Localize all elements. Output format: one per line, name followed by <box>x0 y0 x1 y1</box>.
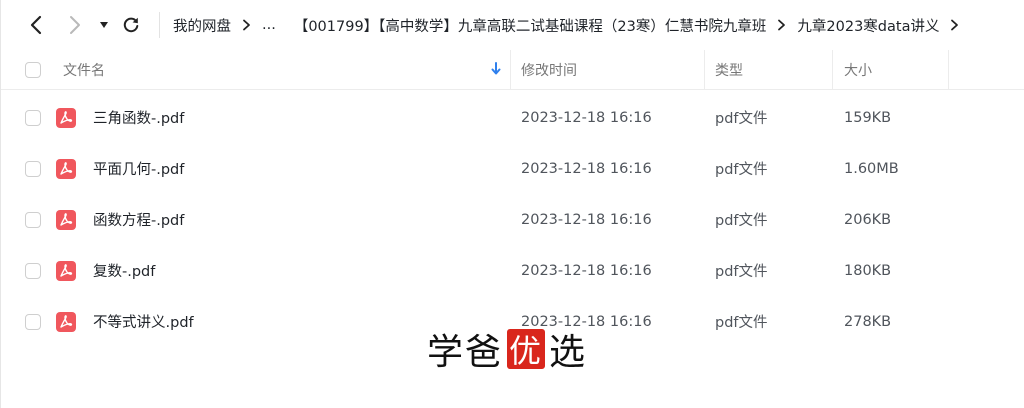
table-row[interactable]: 三角函数-.pdf 2023-12-18 16:16 pdf文件 159KB <box>1 92 1024 143</box>
pdf-file-icon <box>55 311 77 333</box>
file-size: 278KB <box>844 313 892 330</box>
pdf-file-icon <box>55 107 77 129</box>
watermark-text: 选 <box>549 332 588 373</box>
table-row[interactable]: 复数-.pdf 2023-12-18 16:16 pdf文件 180KB <box>1 245 1024 296</box>
file-name[interactable]: 平面几何-.pdf <box>93 143 184 194</box>
breadcrumb-separator-icon <box>777 19 786 31</box>
file-modified: 2023-12-18 16:16 <box>521 211 652 228</box>
file-type: pdf文件 <box>715 213 768 229</box>
file-size: 1.60MB <box>844 160 899 177</box>
column-divider[interactable] <box>832 50 833 90</box>
file-type: pdf文件 <box>715 162 768 178</box>
toolbar-divider <box>159 12 160 38</box>
file-name[interactable]: 复数-.pdf <box>93 245 155 296</box>
breadcrumb-item-current[interactable]: 九章2023寒data讲义 <box>797 15 939 36</box>
column-divider[interactable] <box>510 50 511 90</box>
toolbar: 我的网盘 ... 【001799】【高中数学】九章高联二试基础课程（23寒）仁慧… <box>1 0 1024 50</box>
caret-down-icon <box>100 22 108 28</box>
breadcrumb-separator-icon <box>242 19 251 31</box>
row-checkbox[interactable] <box>25 211 41 228</box>
file-size: 206KB <box>844 211 892 228</box>
row-checkbox[interactable] <box>25 160 41 177</box>
row-checkbox[interactable] <box>25 262 41 279</box>
watermark-badge: 优 <box>507 329 546 370</box>
file-name[interactable]: 不等式讲义.pdf <box>93 296 194 347</box>
breadcrumb-item-root[interactable]: 我的网盘 <box>173 15 231 36</box>
file-size: 180KB <box>844 262 892 279</box>
file-type: pdf文件 <box>715 315 768 331</box>
chevron-right-icon <box>70 16 80 34</box>
breadcrumb: 我的网盘 ... 【001799】【高中数学】九章高联二试基础课程（23寒）仁慧… <box>173 0 970 50</box>
select-all-cell <box>25 50 41 90</box>
breadcrumb-separator-icon <box>950 19 959 31</box>
file-browser-window: 我的网盘 ... 【001799】【高中数学】九章高联二试基础课程（23寒）仁慧… <box>0 0 1024 408</box>
refresh-button[interactable] <box>118 11 144 39</box>
column-divider[interactable] <box>704 50 705 90</box>
breadcrumb-item-ellipsis[interactable]: ... <box>262 17 276 33</box>
column-header-name[interactable]: 文件名 <box>63 50 509 90</box>
select-all-checkbox[interactable] <box>25 62 41 78</box>
file-type: pdf文件 <box>715 111 768 127</box>
chevron-left-icon <box>30 15 42 35</box>
file-list-header: 文件名 修改时间 类型 大小 <box>1 50 1024 90</box>
file-name[interactable]: 函数方程-.pdf <box>93 194 184 245</box>
column-header-type-label: 类型 <box>715 63 743 79</box>
row-checkbox[interactable] <box>25 109 41 126</box>
table-row[interactable]: 平面几何-.pdf 2023-12-18 16:16 pdf文件 1.60MB <box>1 143 1024 194</box>
column-header-modified[interactable]: 修改时间 <box>521 50 577 90</box>
forward-button[interactable] <box>62 11 88 39</box>
file-modified: 2023-12-18 16:16 <box>521 109 652 126</box>
file-modified: 2023-12-18 16:16 <box>521 160 652 177</box>
pdf-file-icon <box>55 260 77 282</box>
back-button[interactable] <box>23 11 49 39</box>
column-header-modified-label: 修改时间 <box>521 63 577 79</box>
pdf-file-icon <box>55 209 77 231</box>
column-header-size[interactable]: 大小 <box>844 50 872 90</box>
refresh-icon <box>123 17 139 33</box>
watermark-text: 学爸 <box>427 332 504 373</box>
column-divider[interactable] <box>948 50 949 90</box>
column-header-size-label: 大小 <box>844 63 872 79</box>
sort-down-arrow-icon[interactable] <box>491 62 501 80</box>
file-type: pdf文件 <box>715 264 768 280</box>
file-name[interactable]: 三角函数-.pdf <box>93 92 184 143</box>
history-dropdown-button[interactable] <box>93 11 115 39</box>
column-header-name-label: 文件名 <box>63 63 105 79</box>
pdf-file-icon <box>55 158 77 180</box>
watermark-logo: 学爸 优 选 <box>427 326 588 373</box>
breadcrumb-item-course-folder[interactable]: 【001799】【高中数学】九章高联二试基础课程（23寒）仁慧书院九章班 <box>294 15 767 36</box>
file-size: 159KB <box>844 109 892 126</box>
file-modified: 2023-12-18 16:16 <box>521 262 652 279</box>
column-header-type[interactable]: 类型 <box>715 50 743 90</box>
table-row[interactable]: 函数方程-.pdf 2023-12-18 16:16 pdf文件 206KB <box>1 194 1024 245</box>
row-checkbox[interactable] <box>25 313 41 330</box>
